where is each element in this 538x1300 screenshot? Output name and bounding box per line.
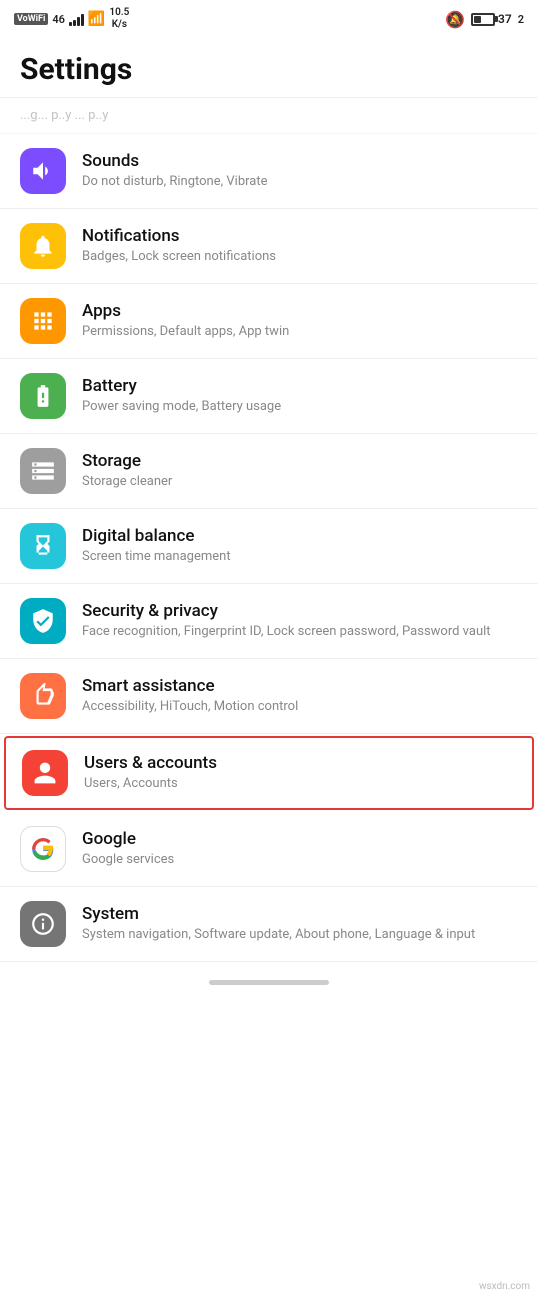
status-bar: VoWiFi 46 📶 10.5 K/s 🔕 37 2 xyxy=(0,0,538,36)
bell-icon: 🔕 xyxy=(445,10,465,29)
system-icon-wrapper xyxy=(20,901,66,947)
notifications-title: Notifications xyxy=(82,226,518,246)
battery-text: Battery Power saving mode, Battery usage xyxy=(82,376,518,416)
bell-icon xyxy=(30,233,56,259)
system-subtitle: System navigation, Software update, Abou… xyxy=(82,926,518,944)
sounds-text: Sounds Do not disturb, Ringtone, Vibrate xyxy=(82,151,518,191)
hand-icon xyxy=(30,683,56,709)
battery-title: Battery xyxy=(82,376,518,396)
apps-text: Apps Permissions, Default apps, App twin xyxy=(82,301,518,341)
google-icon xyxy=(30,836,56,862)
google-text: Google Google services xyxy=(82,829,518,869)
google-subtitle: Google services xyxy=(82,851,518,869)
status-left: VoWiFi 46 📶 10.5 K/s xyxy=(14,7,129,31)
bottom-area xyxy=(0,962,538,1005)
apps-title: Apps xyxy=(82,301,518,321)
smart-assistance-title: Smart assistance xyxy=(82,676,518,696)
system-title: System xyxy=(82,904,518,924)
notifications-icon-wrapper xyxy=(20,223,66,269)
sounds-subtitle: Do not disturb, Ringtone, Vibrate xyxy=(82,173,518,191)
battery-subtitle: Power saving mode, Battery usage xyxy=(82,398,518,416)
storage-icon xyxy=(30,458,56,484)
users-accounts-title: Users & accounts xyxy=(84,753,516,773)
users-accounts-subtitle: Users, Accounts xyxy=(84,775,516,793)
wifi-icon: 📶 xyxy=(88,11,105,27)
speed-display: 10.5 K/s xyxy=(109,7,129,31)
digital-balance-title: Digital balance xyxy=(82,526,518,546)
smart-assistance-text: Smart assistance Accessibility, HiTouch,… xyxy=(82,676,518,716)
battery-settings-icon xyxy=(30,383,56,409)
settings-item-security-privacy[interactable]: Security & privacy Face recognition, Fin… xyxy=(0,584,538,659)
smart-assistance-subtitle: Accessibility, HiTouch, Motion control xyxy=(82,698,518,716)
battery-icon xyxy=(471,13,495,26)
settings-item-users-accounts[interactable]: Users & accounts Users, Accounts xyxy=(4,736,534,810)
person-icon xyxy=(32,760,58,786)
battery-fill xyxy=(474,16,481,23)
battery-icon-wrapper xyxy=(20,373,66,419)
signal-count: 2 xyxy=(518,13,524,26)
battery-percent: 37 xyxy=(498,12,512,26)
sounds-title: Sounds xyxy=(82,151,518,171)
system-text: System System navigation, Software updat… xyxy=(82,904,518,944)
apps-icon-wrapper xyxy=(20,298,66,344)
battery-container: 37 xyxy=(471,12,512,26)
apps-subtitle: Permissions, Default apps, App twin xyxy=(82,323,518,341)
signal-type: 46 xyxy=(52,13,65,26)
security-subtitle: Face recognition, Fingerprint ID, Lock s… xyxy=(82,623,518,641)
notifications-text: Notifications Badges, Lock screen notifi… xyxy=(82,226,518,266)
settings-item-apps[interactable]: Apps Permissions, Default apps, App twin xyxy=(0,284,538,359)
settings-item-digital-balance[interactable]: Digital balance Screen time management xyxy=(0,509,538,584)
storage-subtitle: Storage cleaner xyxy=(82,473,518,491)
users-accounts-text: Users & accounts Users, Accounts xyxy=(84,753,516,793)
info-icon xyxy=(30,911,56,937)
partial-item: ...g... p..y ... p..y xyxy=(0,98,538,134)
settings-item-system[interactable]: System System navigation, Software updat… xyxy=(0,887,538,962)
security-icon-wrapper xyxy=(20,598,66,644)
digital-balance-subtitle: Screen time management xyxy=(82,548,518,566)
settings-item-battery[interactable]: Battery Power saving mode, Battery usage xyxy=(0,359,538,434)
smart-assistance-icon-wrapper xyxy=(20,673,66,719)
watermark: wsxdn.com xyxy=(479,1281,530,1292)
sounds-icon-wrapper xyxy=(20,148,66,194)
page-title: Settings xyxy=(20,52,518,87)
home-indicator xyxy=(209,980,329,985)
notifications-subtitle: Badges, Lock screen notifications xyxy=(82,248,518,266)
digital-balance-icon-wrapper xyxy=(20,523,66,569)
settings-item-smart-assistance[interactable]: Smart assistance Accessibility, HiTouch,… xyxy=(0,659,538,734)
settings-item-sounds[interactable]: Sounds Do not disturb, Ringtone, Vibrate xyxy=(0,134,538,209)
storage-title: Storage xyxy=(82,451,518,471)
google-icon-wrapper xyxy=(20,826,66,872)
google-title: Google xyxy=(82,829,518,849)
settings-list: Sounds Do not disturb, Ringtone, Vibrate… xyxy=(0,134,538,962)
security-text: Security & privacy Face recognition, Fin… xyxy=(82,601,518,641)
settings-item-google[interactable]: Google Google services xyxy=(0,812,538,887)
storage-text: Storage Storage cleaner xyxy=(82,451,518,491)
storage-icon-wrapper xyxy=(20,448,66,494)
users-icon-wrapper xyxy=(22,750,68,796)
status-right: 🔕 37 2 xyxy=(445,10,524,29)
security-title: Security & privacy xyxy=(82,601,518,621)
vowifi-badge: VoWiFi xyxy=(14,13,48,25)
signal-bars xyxy=(69,12,84,26)
shield-icon xyxy=(30,608,56,634)
settings-item-storage[interactable]: Storage Storage cleaner xyxy=(0,434,538,509)
hourglass-icon xyxy=(30,533,56,559)
digital-balance-text: Digital balance Screen time management xyxy=(82,526,518,566)
settings-item-notifications[interactable]: Notifications Badges, Lock screen notifi… xyxy=(0,209,538,284)
apps-icon xyxy=(30,308,56,334)
volume-icon xyxy=(30,158,56,184)
page-header: Settings xyxy=(0,36,538,98)
